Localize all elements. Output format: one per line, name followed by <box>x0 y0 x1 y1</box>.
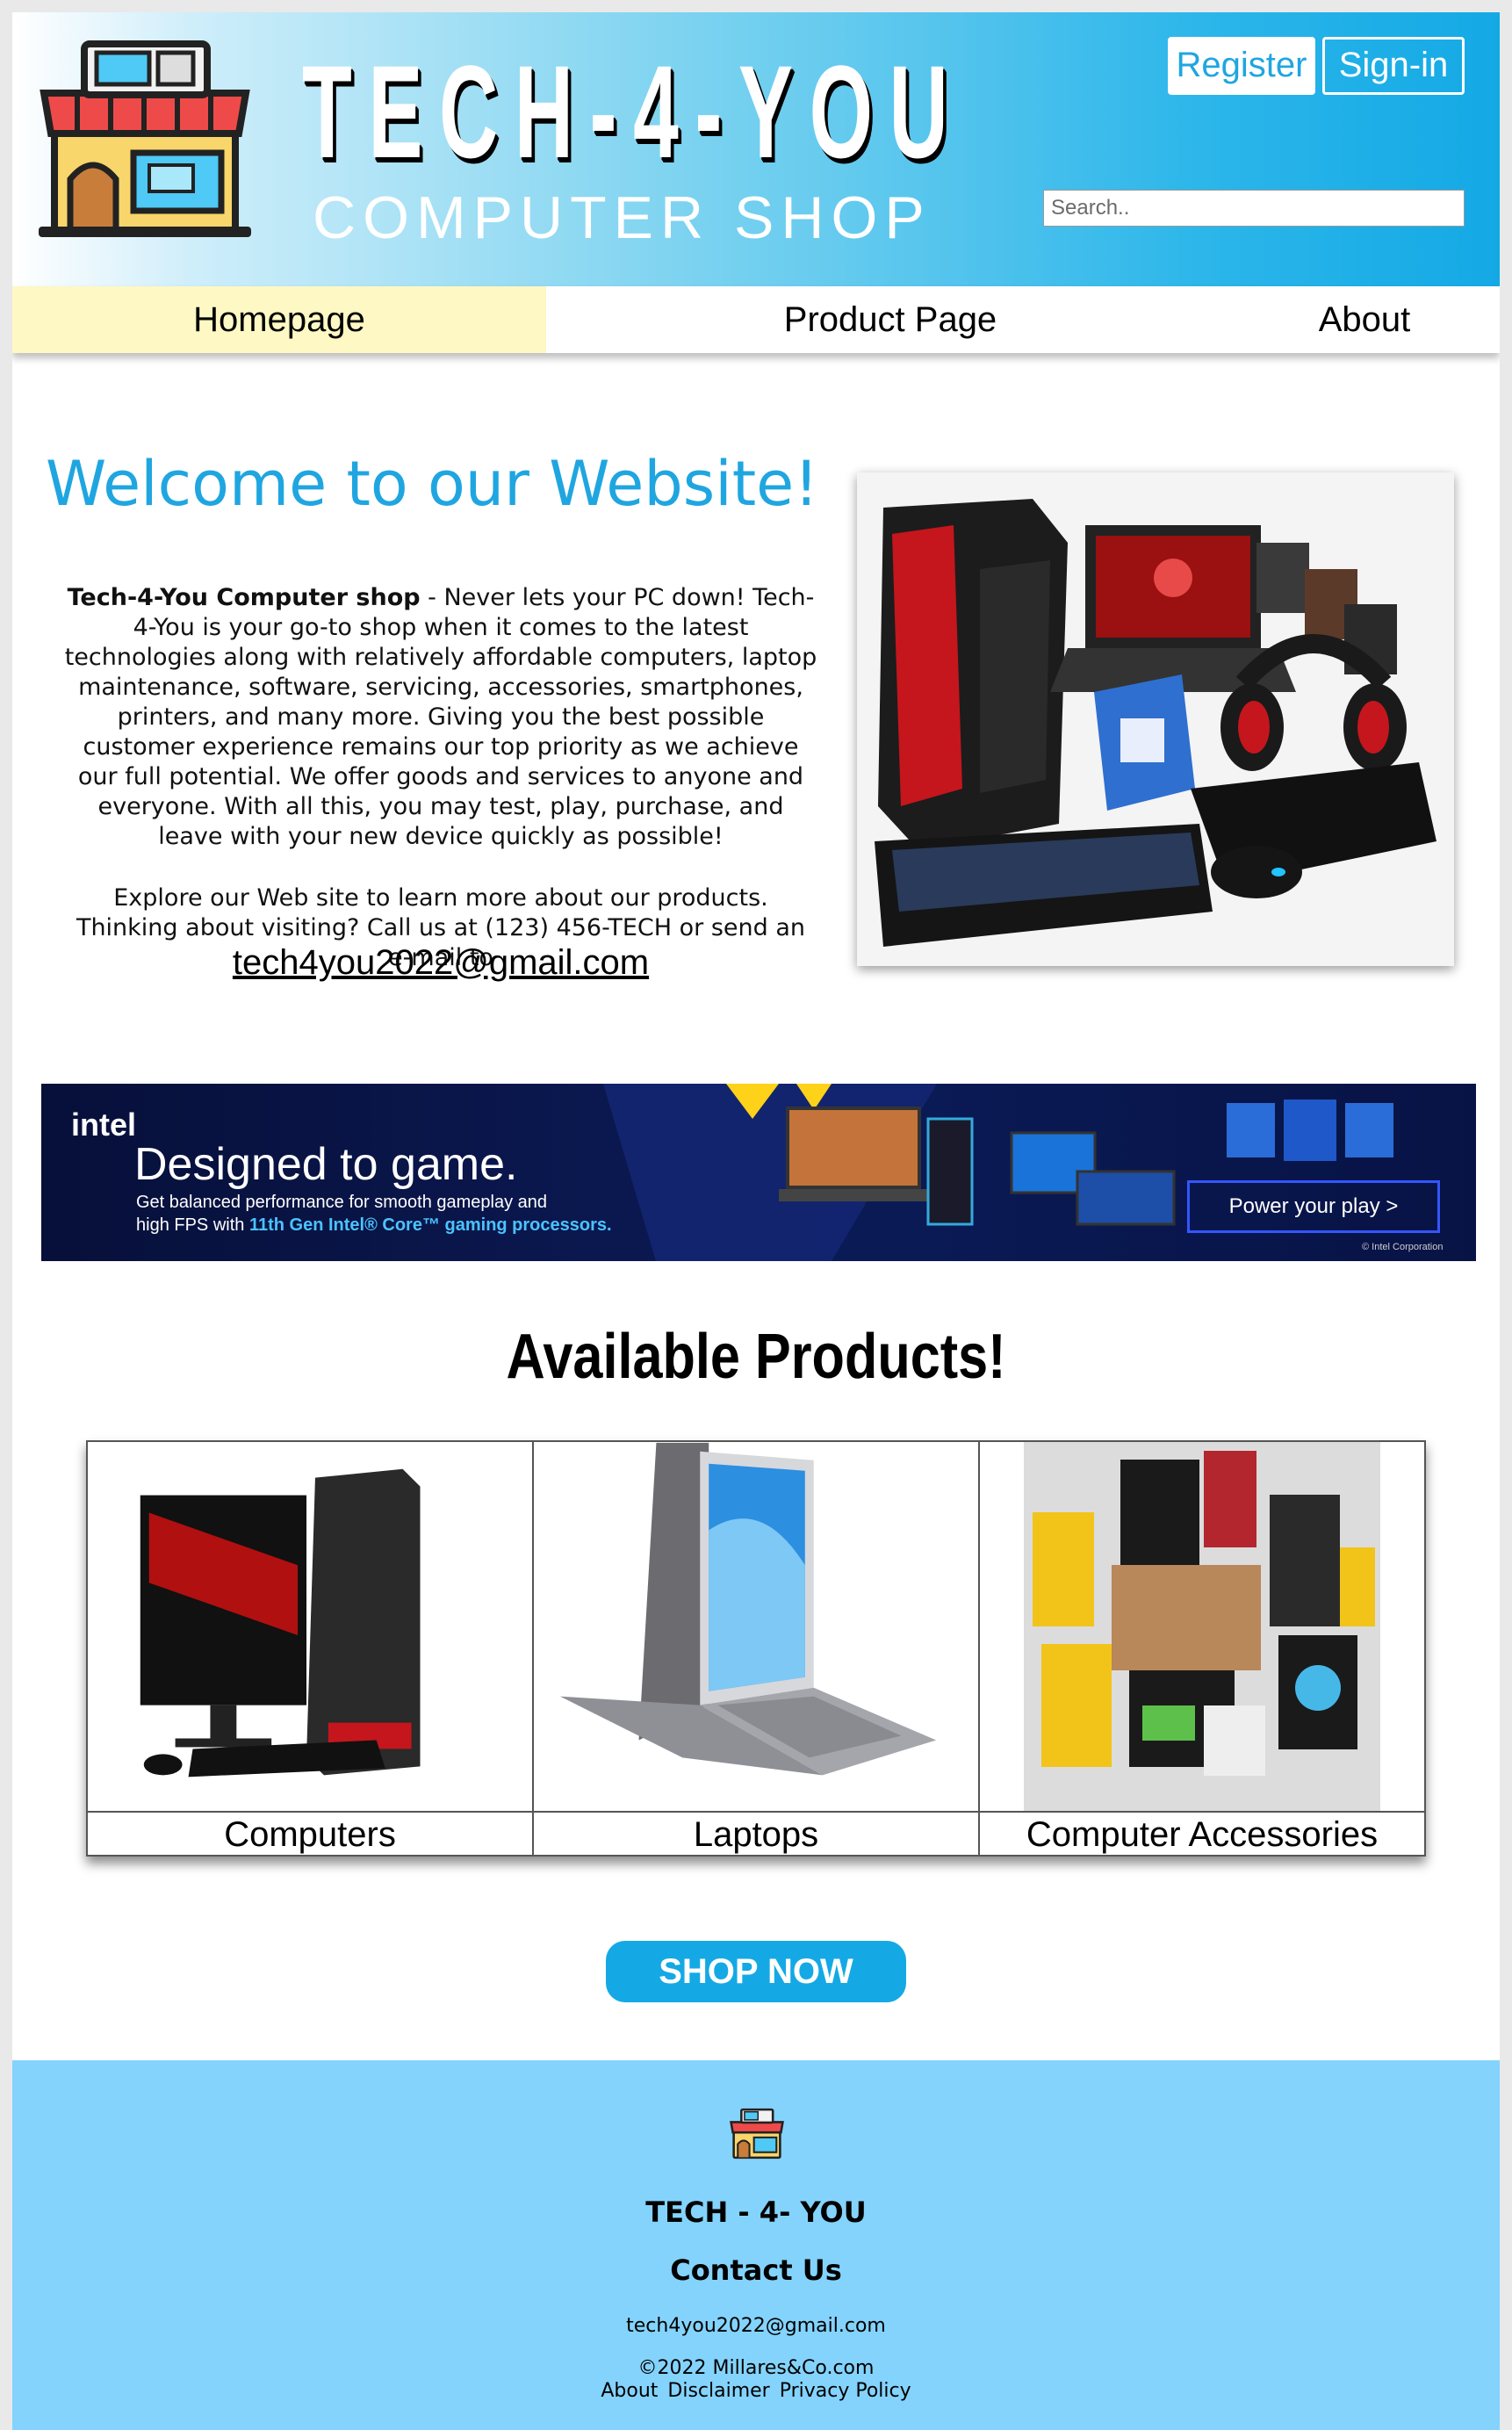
brand-title: TECH-4-YOU <box>302 38 965 185</box>
intel-banner[interactable]: intel Designed to game. Get balanced per… <box>41 1084 1476 1261</box>
computer-image <box>140 1468 421 1777</box>
main-nav: Homepage Product Page About <box>12 286 1500 353</box>
nav-product-page[interactable]: Product Page <box>680 286 1101 353</box>
products-heading: Available Products! <box>506 1322 1006 1392</box>
nav-homepage[interactable]: Homepage <box>12 286 546 353</box>
banner-line-1: Get balanced performance for smooth game… <box>136 1193 548 1212</box>
search-input[interactable] <box>1043 190 1465 227</box>
banner-copyright: © Intel Corporation <box>1362 1242 1444 1252</box>
products-table: Computers Laptops Computer Accessories <box>86 1440 1426 1857</box>
banner-line-2-highlight: 11th Gen Intel® Core™ gaming processors. <box>248 1215 612 1235</box>
banner-line-2-prefix: high FPS with <box>136 1215 249 1235</box>
laptop-image <box>559 1442 937 1776</box>
footer-links: About Disclaimer Privacy Policy <box>12 2380 1500 2402</box>
nav-about[interactable]: About <box>1242 286 1487 353</box>
product-card-computers[interactable]: Computers <box>88 1442 534 1855</box>
footer-link-about[interactable]: About <box>601 2380 658 2402</box>
gaming-setup-illustration <box>875 499 1436 947</box>
shop-name: Tech-4-You Computer shop <box>67 584 421 611</box>
footer-shop-logo-icon <box>730 2108 784 2160</box>
shop-logo-icon <box>39 40 251 237</box>
hero-image <box>857 472 1454 966</box>
welcome-heading: Welcome to our Website! <box>46 448 819 520</box>
shop-now-button[interactable]: SHOP NOW <box>606 1941 906 2002</box>
footer-link-privacy[interactable]: Privacy Policy <box>780 2380 911 2402</box>
footer-contact-heading: Contact Us <box>670 2253 842 2287</box>
banner-headline: Designed to game. <box>134 1139 518 1190</box>
product-card-accessories[interactable]: Computer Accessories <box>980 1442 1424 1855</box>
footer-email[interactable]: tech4you2022@gmail.com <box>12 2315 1500 2337</box>
accessories-image <box>1024 1442 1380 1811</box>
footer-link-disclaimer[interactable]: Disclaimer <box>667 2380 769 2402</box>
product-label-laptops: Laptops <box>534 1811 978 1855</box>
site-footer: TECH - 4- YOU Contact Us tech4you2022@gm… <box>12 2060 1500 2430</box>
register-button[interactable]: Register <box>1168 37 1315 95</box>
banner-line-2: high FPS with 11th Gen Intel® Core™ gami… <box>136 1215 612 1236</box>
site-header: TECH-4-YOU COMPUTER SHOP Register Sign-i… <box>12 12 1500 286</box>
product-card-laptops[interactable]: Laptops <box>534 1442 980 1855</box>
footer-copyright: ©2022 Millares&Co.com <box>637 2357 875 2379</box>
page: TECH-4-YOU COMPUTER SHOP Register Sign-i… <box>12 12 1500 2430</box>
sign-in-button[interactable]: Sign-in <box>1322 37 1465 95</box>
power-your-play-button[interactable]: Power your play > <box>1187 1180 1440 1233</box>
welcome-body: - Never lets your PC down! Tech-4-You is… <box>64 584 817 850</box>
brand-subtitle: COMPUTER SHOP <box>313 184 932 251</box>
product-label-accessories: Computer Accessories <box>980 1811 1424 1855</box>
footer-brand: TECH - 4- YOU <box>645 2196 867 2229</box>
email-link[interactable]: tech4you2022@gmail.com <box>63 943 818 983</box>
welcome-paragraph: Tech-4-You Computer shop - Never lets yo… <box>63 583 818 852</box>
product-label-computers: Computers <box>88 1811 532 1855</box>
intel-logo: intel <box>71 1107 137 1143</box>
